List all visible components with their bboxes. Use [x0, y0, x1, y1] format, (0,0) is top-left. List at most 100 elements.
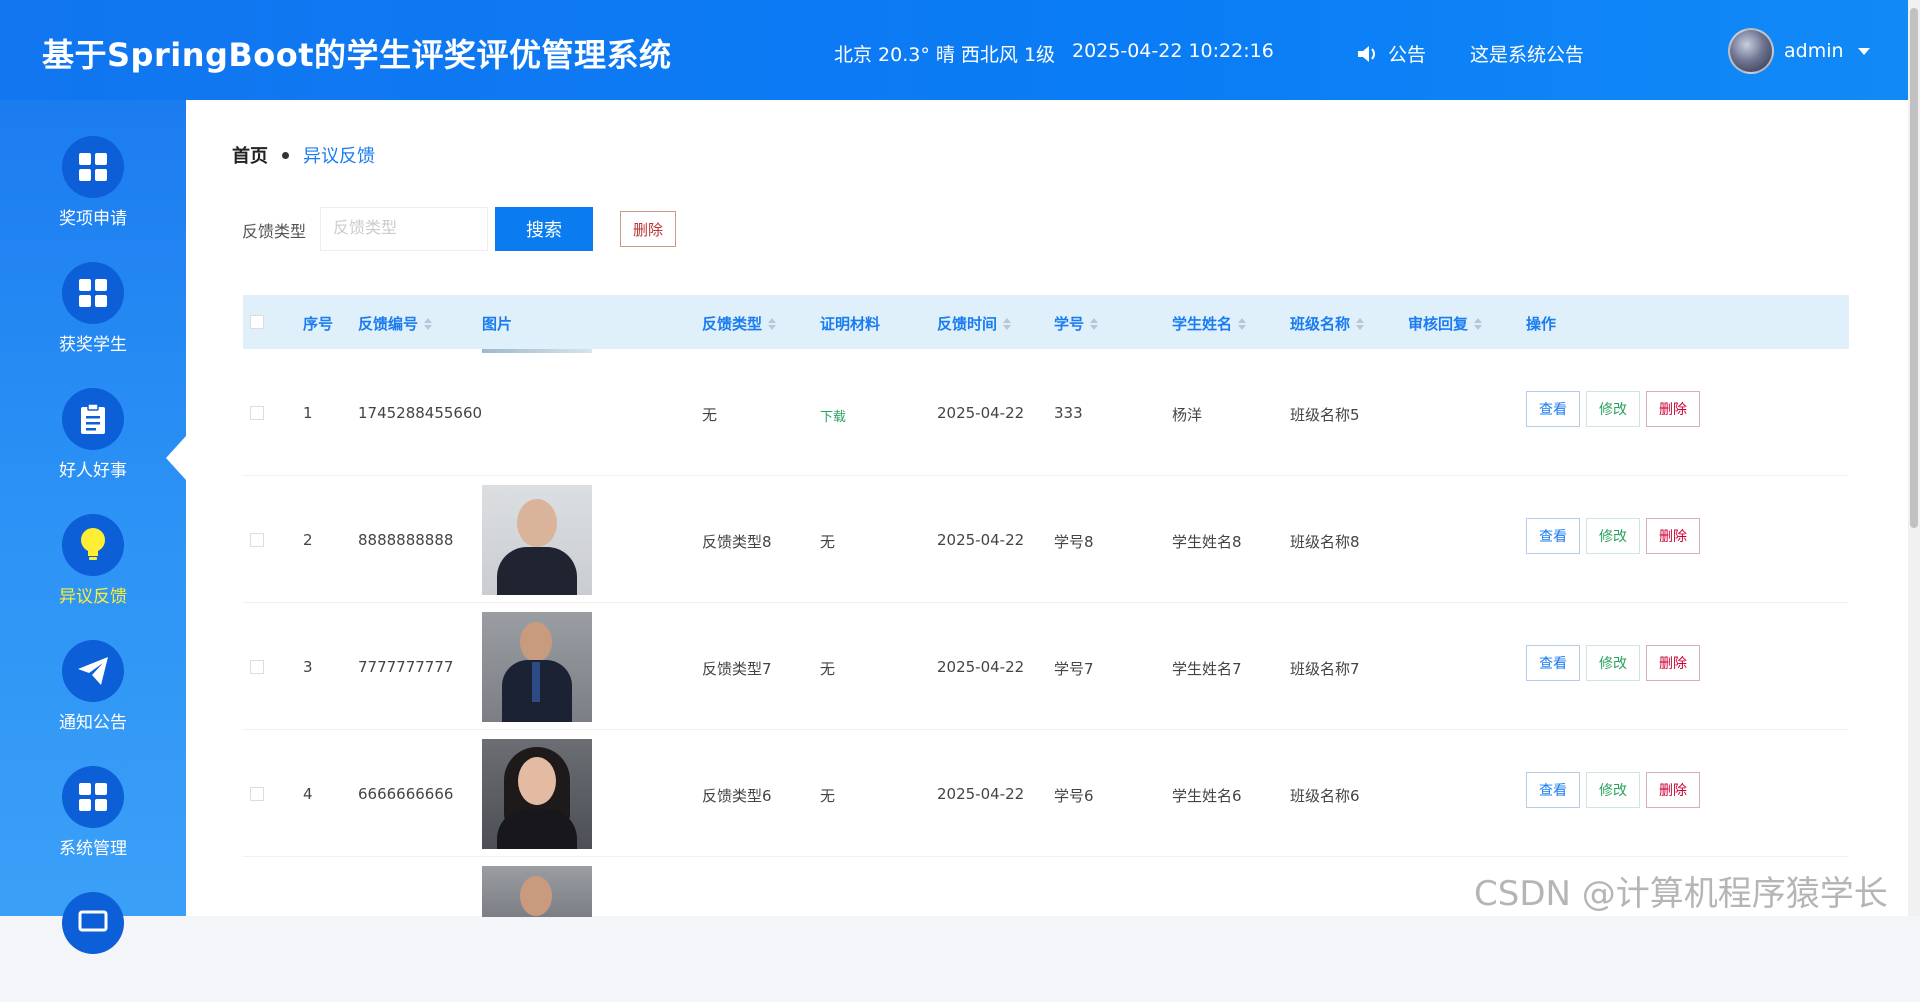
cell-material: 无: [820, 787, 836, 805]
lightbulb-icon: [62, 514, 124, 576]
row-image-partial: [482, 349, 592, 353]
clipboard-icon: [62, 388, 124, 450]
cell-code: 1745288455660: [358, 404, 483, 422]
row-photo[interactable]: [482, 866, 592, 917]
table-header: 序号 反馈编号 图片 反馈类型 证明材料 反馈时间 学号 学生姓名 班级名称 审…: [243, 295, 1849, 349]
sort-icon[interactable]: [424, 317, 433, 330]
view-button[interactable]: 查看: [1526, 391, 1580, 427]
cell-material: 无: [820, 533, 836, 551]
paper-plane-icon: [62, 640, 124, 702]
cell-index: 2: [303, 531, 313, 549]
search-button[interactable]: 搜索: [495, 207, 593, 251]
view-button[interactable]: 查看: [1526, 518, 1580, 554]
col-student-name[interactable]: 学生姓名: [1172, 313, 1247, 334]
cell-time: 2025-04-22: [937, 785, 1025, 803]
sidebar-item-system[interactable]: 系统管理: [0, 766, 186, 876]
cell-time: 2025-04-22: [937, 531, 1025, 549]
sort-icon[interactable]: [1238, 317, 1247, 330]
col-index: 序号: [303, 315, 334, 333]
cell-class-name: 班级名称6: [1290, 787, 1360, 805]
breadcrumb-home[interactable]: 首页: [232, 142, 268, 168]
cell-code: 8888888888: [358, 531, 454, 549]
sidebar-item-feedback[interactable]: 异议反馈: [0, 514, 186, 624]
cell-time: 2025-04-22: [937, 404, 1025, 422]
table-row: 3 7777777777 反馈类型7 无 2025-04-22 学号7 学生姓名…: [243, 603, 1849, 730]
cell-index: 4: [303, 785, 313, 803]
edit-button[interactable]: 修改: [1586, 645, 1640, 681]
row-checkbox[interactable]: [250, 533, 264, 547]
weather-info: 北京 20.3° 晴 西北风 1级: [834, 44, 1056, 66]
row-checkbox[interactable]: [250, 660, 264, 674]
col-review[interactable]: 审核回复: [1408, 313, 1483, 334]
avatar[interactable]: [1728, 28, 1774, 74]
sidebar-item-award-students[interactable]: 获奖学生: [0, 262, 186, 372]
sort-icon[interactable]: [1003, 317, 1012, 330]
scrollbar-thumb[interactable]: [1910, 8, 1918, 528]
notice-content: 这是系统公告: [1470, 44, 1585, 66]
sort-icon[interactable]: [768, 317, 777, 330]
cell-class-name: 班级名称8: [1290, 533, 1360, 551]
cell-student-name: 学生姓名8: [1172, 533, 1242, 551]
sort-icon[interactable]: [1474, 317, 1483, 330]
col-material: 证明材料: [820, 315, 881, 333]
row-checkbox[interactable]: [250, 406, 264, 420]
table-row: 1 1745288455660 无 下载 2025-04-22 333 杨洋 班…: [243, 349, 1849, 476]
cell-index: 1: [303, 404, 313, 422]
user-menu[interactable]: admin: [1728, 28, 1870, 74]
sidebar-item-label: 通知公告: [59, 713, 127, 733]
main-content: 首页 异议反馈 反馈类型 搜索 删除 序号 反馈编号 图片 反馈类型 证明材料 …: [186, 100, 1908, 917]
cell-type: 反馈类型6: [702, 787, 772, 805]
breadcrumb-separator: [282, 151, 289, 159]
username: admin: [1784, 40, 1844, 62]
sidebar-item-label: 异议反馈: [59, 587, 127, 607]
row-photo[interactable]: [482, 739, 592, 849]
notice-label: 公告: [1388, 44, 1427, 66]
cell-code: 7777777777: [358, 658, 454, 676]
app-title: 基于SpringBoot的学生评奖评优管理系统: [42, 36, 672, 74]
search-input[interactable]: [320, 207, 488, 251]
sidebar-item-label: 好人好事: [59, 461, 127, 481]
sidebar-item-notices[interactable]: 通知公告: [0, 640, 186, 750]
row-checkbox[interactable]: [250, 787, 264, 801]
sidebar-item-more[interactable]: [0, 892, 186, 1002]
row-photo[interactable]: [482, 485, 592, 595]
delete-button[interactable]: 删除: [1646, 645, 1700, 681]
edit-button[interactable]: 修改: [1586, 391, 1640, 427]
sort-icon[interactable]: [1356, 317, 1365, 330]
col-type[interactable]: 反馈类型: [702, 313, 777, 334]
notice-link[interactable]: 公告: [1356, 40, 1426, 67]
cell-material-download[interactable]: 下载: [820, 406, 846, 425]
current-datetime: 2025-04-22 10:22:16: [1072, 40, 1274, 62]
col-student-no[interactable]: 学号: [1054, 313, 1099, 334]
delete-button[interactable]: 删除: [1646, 391, 1700, 427]
speaker-icon: [1358, 45, 1375, 62]
cell-code: 6666666666: [358, 785, 454, 803]
sidebar-item-label: 奖项申请: [59, 209, 127, 229]
select-all-checkbox[interactable]: [250, 315, 264, 329]
cell-type: 无: [702, 406, 718, 424]
cell-type: 反馈类型7: [702, 660, 772, 678]
cell-time: 2025-04-22: [937, 658, 1025, 676]
sidebar: 奖项申请 获奖学生 好人好事 异议反馈 通知公告 系统管理: [0, 100, 186, 954]
edit-button[interactable]: 修改: [1586, 518, 1640, 554]
row-photo[interactable]: [482, 612, 592, 722]
watermark: CSDN @计算机程序猿学长: [1474, 874, 1888, 914]
batch-delete-button[interactable]: 删除: [620, 211, 676, 247]
cell-student-no: 学号8: [1054, 533, 1094, 551]
cell-type: 反馈类型8: [702, 533, 772, 551]
sidebar-item-good-deeds[interactable]: 好人好事: [0, 388, 186, 498]
breadcrumb: 首页 异议反馈: [232, 142, 375, 168]
edit-button[interactable]: 修改: [1586, 772, 1640, 808]
view-button[interactable]: 查看: [1526, 645, 1580, 681]
col-class-name[interactable]: 班级名称: [1290, 313, 1365, 334]
col-code[interactable]: 反馈编号: [358, 313, 433, 334]
delete-button[interactable]: 删除: [1646, 772, 1700, 808]
view-button[interactable]: 查看: [1526, 772, 1580, 808]
monitor-icon: [62, 892, 124, 954]
delete-button[interactable]: 删除: [1646, 518, 1700, 554]
col-time[interactable]: 反馈时间: [937, 313, 1012, 334]
sort-icon[interactable]: [1090, 317, 1099, 330]
sidebar-item-award-apply[interactable]: 奖项申请: [0, 136, 186, 246]
page-scrollbar[interactable]: [1908, 0, 1920, 916]
cell-student-no: 学号6: [1054, 787, 1094, 805]
